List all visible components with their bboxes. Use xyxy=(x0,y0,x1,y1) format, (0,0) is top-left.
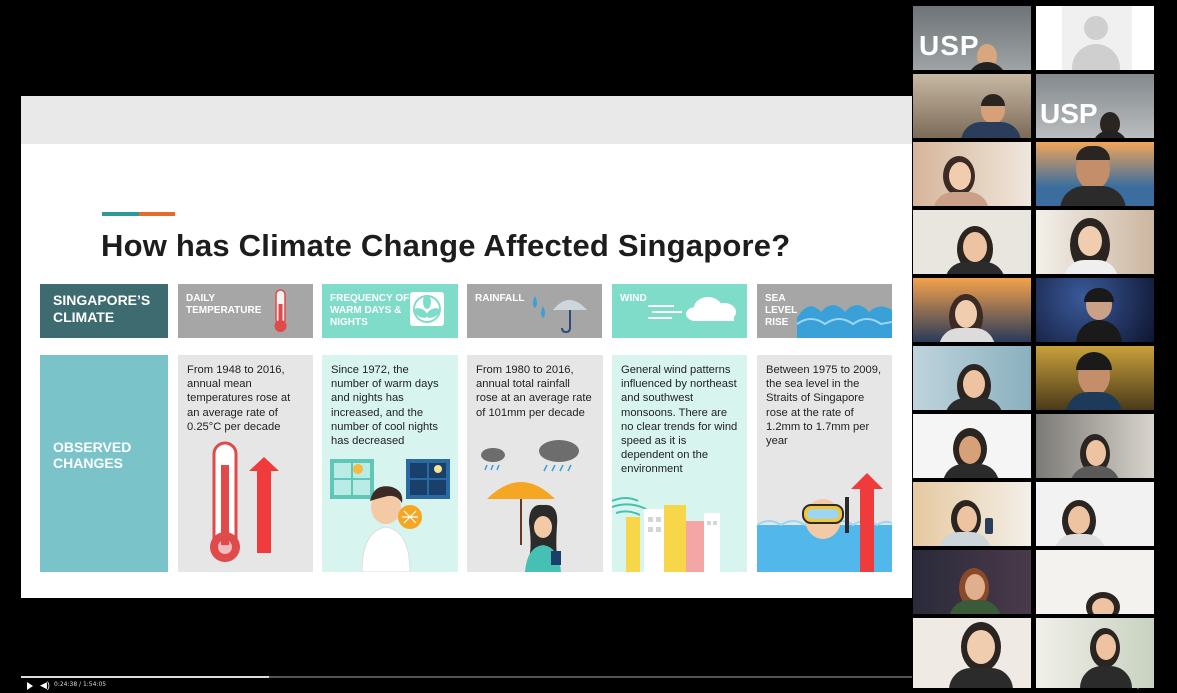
column-header-warm-days: FREQUENCY OF WARM DAYS & NIGHTS xyxy=(322,284,458,338)
participant-tile[interactable] xyxy=(913,346,1031,410)
row-header-climate: SINGAPORE’S CLIMATE xyxy=(40,284,168,338)
participant-tile[interactable] xyxy=(1036,210,1154,274)
title-accent-orange xyxy=(139,212,175,216)
cell-wind: General wind patterns influenced by nort… xyxy=(612,355,747,572)
participant-tile[interactable] xyxy=(1036,618,1154,688)
usp-sign-text: USP xyxy=(1040,98,1098,129)
video-player-bar[interactable]: ◀) 0:24:38 / 1:54:05 xyxy=(21,676,912,693)
cell-sea-level: Between 1975 to 2009, the sea level in t… xyxy=(757,355,892,572)
participant-tile[interactable] xyxy=(1036,346,1154,410)
column-header-sea-level: SEA LEVEL RISE xyxy=(757,284,893,338)
column-header-wind: WIND xyxy=(612,284,747,338)
participant-tile[interactable]: USP xyxy=(1036,74,1154,138)
participant-tile[interactable] xyxy=(913,618,1031,688)
playback-progress-track[interactable] xyxy=(21,676,912,678)
volume-icon[interactable]: ◀) xyxy=(40,680,50,691)
participant-tile[interactable] xyxy=(913,142,1031,206)
play-icon[interactable] xyxy=(27,682,33,690)
cell-wind-text: General wind patterns influenced by nort… xyxy=(621,364,738,476)
participant-tile[interactable] xyxy=(1036,482,1154,546)
cell-warm-days-text: Since 1972, the number of warm days and … xyxy=(331,364,439,448)
shared-slide: How has Climate Change Affected Singapor… xyxy=(21,96,912,598)
cell-temperature-text: From 1948 to 2016, annual mean temperatu… xyxy=(187,364,291,433)
participant-tile[interactable] xyxy=(913,482,1031,546)
participant-tile[interactable]: USP xyxy=(913,6,1031,70)
slide-title: How has Climate Change Affected Singapor… xyxy=(101,228,791,263)
title-accent-teal xyxy=(102,212,139,216)
cell-rainfall: From 1980 to 2016, annual total rainfall… xyxy=(467,355,603,572)
participant-tile[interactable] xyxy=(1036,550,1154,614)
column-header-rainfall: RAINFALL xyxy=(467,284,602,338)
playback-time: 0:24:38 / 1:54:05 xyxy=(54,681,107,688)
column-header-temperature: DAILY TEMPERATURE xyxy=(178,284,313,338)
cell-temperature: From 1948 to 2016, annual mean temperatu… xyxy=(178,355,313,572)
playback-progress-fill xyxy=(21,676,269,678)
participant-tile-no-video[interactable] xyxy=(1036,6,1154,70)
row-header-observed: OBSERVED CHANGES xyxy=(40,355,168,572)
participant-tile[interactable] xyxy=(1036,414,1154,478)
participant-tile[interactable] xyxy=(913,278,1031,342)
participant-tile[interactable] xyxy=(1036,142,1154,206)
cell-warm-days: Since 1972, the number of warm days and … xyxy=(322,355,458,572)
participant-tile[interactable] xyxy=(913,550,1031,614)
participant-tile[interactable] xyxy=(913,74,1031,138)
participant-tile[interactable] xyxy=(913,414,1031,478)
cell-sea-level-text: Between 1975 to 2009, the sea level in t… xyxy=(766,364,882,448)
slide-top-band xyxy=(21,96,912,144)
avatar-placeholder-icon xyxy=(1062,6,1132,70)
cell-rainfall-text: From 1980 to 2016, annual total rainfall… xyxy=(476,364,592,419)
participant-tile[interactable] xyxy=(913,210,1031,274)
participant-tile[interactable] xyxy=(1036,278,1154,342)
usp-sign-text: USP xyxy=(919,30,980,61)
